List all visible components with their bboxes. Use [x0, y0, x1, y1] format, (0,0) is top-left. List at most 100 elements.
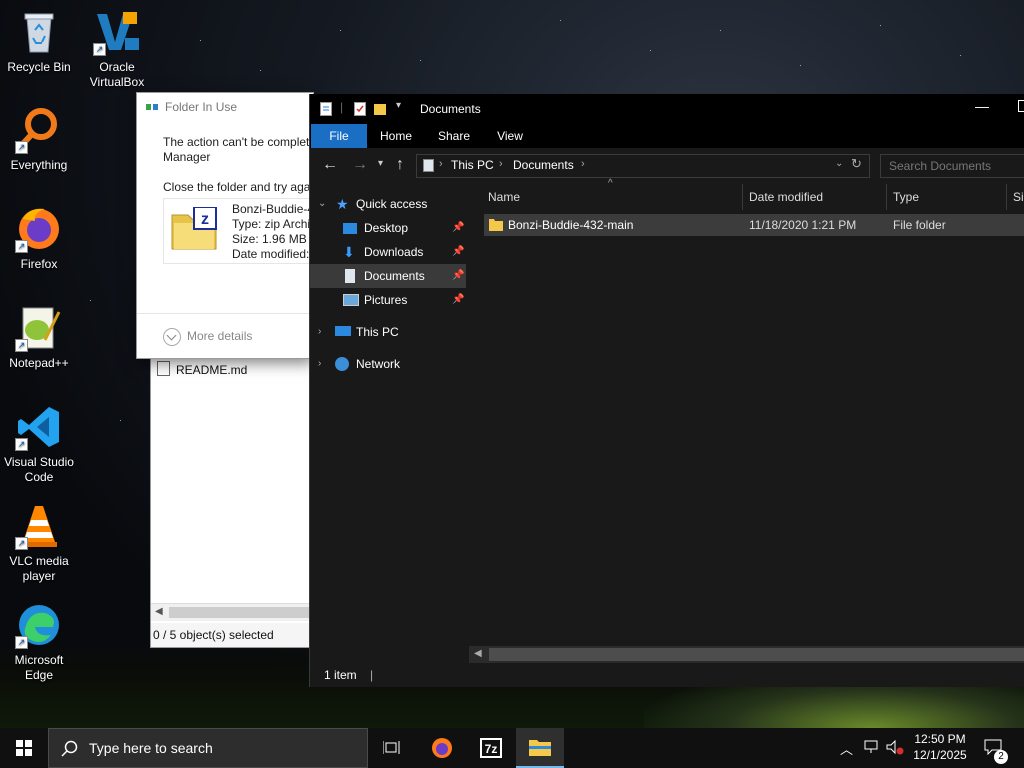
recycle-bin-icon	[24, 13, 54, 53]
column-divider[interactable]	[886, 184, 887, 210]
horizontal-scrollbar[interactable]: ◀	[151, 603, 313, 621]
breadcrumb-separator-icon[interactable]: ›	[581, 158, 585, 170]
column-header-date[interactable]: Date modified	[749, 184, 823, 210]
nav-item-this-pc[interactable]: › This PC	[310, 320, 466, 344]
search-icon	[61, 740, 78, 757]
breadcrumb-separator-icon[interactable]: ›	[499, 158, 503, 170]
chevron-right-icon[interactable]: ›	[318, 352, 321, 376]
tab-view[interactable]: View	[496, 124, 524, 148]
refresh-icon[interactable]: ↻	[851, 156, 862, 172]
taskbar-file-explorer[interactable]	[516, 728, 564, 768]
volume-muted-icon	[886, 740, 904, 755]
breadcrumb-separator-icon[interactable]: ›	[439, 158, 443, 170]
title-bar[interactable]: | ▾ Documents —	[310, 94, 1024, 124]
dialog-title: Folder In Use	[165, 100, 238, 114]
nav-item-pictures[interactable]: Pictures 📌	[310, 288, 466, 312]
chevron-down-icon[interactable]: ⌄	[318, 192, 326, 216]
search-input[interactable]: Search Documents	[880, 154, 1024, 178]
customize-toolbar-icon[interactable]: ▾	[396, 100, 401, 111]
file-type: File folder	[893, 218, 946, 232]
scrollbar-thumb[interactable]	[489, 648, 1024, 661]
clock-time: 12:50 PM	[914, 732, 966, 746]
shortcut-arrow-icon: ↗	[93, 43, 106, 56]
task-view-icon	[383, 741, 400, 754]
message-line: Manager	[163, 150, 211, 164]
minimize-icon[interactable]: —	[975, 98, 989, 114]
desktop-icon-label: Recycle Bin	[7, 60, 71, 74]
forward-arrow-icon[interactable]: →	[352, 156, 368, 174]
svg-text:z: z	[201, 211, 209, 228]
pin-icon[interactable]: 📌	[452, 264, 464, 288]
nav-item-downloads[interactable]: ⬇ Downloads 📌	[310, 240, 466, 264]
action-center-button[interactable]: 2	[976, 728, 1020, 768]
file-modified: Date modified:	[232, 247, 310, 261]
properties-icon[interactable]	[354, 102, 366, 116]
up-arrow-icon[interactable]: ↑	[396, 156, 404, 174]
task-view-button[interactable]	[368, 728, 416, 768]
nav-item-label: Downloads	[364, 245, 424, 259]
start-button[interactable]	[0, 728, 48, 768]
desktop-icon-vlc[interactable]: ↗ VLC media player	[2, 502, 76, 584]
file-date: 11/18/2020 1:21 PM	[749, 218, 857, 232]
tab-home[interactable]: Home	[380, 124, 412, 148]
dialog-message: The action can't be complet Manager	[163, 135, 313, 165]
new-folder-icon[interactable]	[374, 102, 386, 116]
pictures-icon	[343, 294, 359, 306]
column-header-name[interactable]: Name	[488, 184, 520, 210]
nav-item-documents[interactable]: Documents 📌	[310, 264, 466, 288]
nav-item-desktop[interactable]: Desktop 📌	[310, 216, 466, 240]
desktop-icon-label: Notepad++	[9, 356, 69, 370]
desktop-icon-recycle-bin[interactable]: Recycle Bin	[2, 8, 76, 75]
windows-logo-icon	[16, 740, 32, 756]
breadcrumb-this-pc[interactable]: This PC	[451, 158, 494, 172]
search-placeholder: Search Documents	[889, 159, 992, 173]
nav-item-quick-access[interactable]: ⌄ ★ Quick access	[310, 192, 466, 216]
scroll-left-icon[interactable]: ◀	[474, 648, 482, 659]
tab-share[interactable]: Share	[438, 124, 470, 148]
desktop-icon-firefox[interactable]: ↗ Firefox	[2, 205, 76, 272]
horizontal-scrollbar[interactable]: ◀	[469, 646, 1024, 663]
taskbar-7zip[interactable]: 7z	[467, 728, 515, 768]
7zip-icon: 7z	[480, 738, 502, 758]
desktop-icon-edge[interactable]: ↗ Microsoft Edge	[2, 601, 76, 683]
desktop-icon-notepadpp[interactable]: ↗ Notepad++	[2, 304, 76, 371]
firefox-icon	[432, 738, 452, 758]
navigation-pane: ⌄ ★ Quick access Desktop 📌 ⬇ Downloads 📌…	[310, 184, 468, 663]
folder-move-icon	[146, 104, 158, 110]
column-divider[interactable]	[742, 184, 743, 210]
file-row[interactable]: Bonzi-Buddie-432-main 11/18/2020 1:21 PM…	[484, 214, 1024, 236]
desktop-icon-vscode[interactable]: ↗ Visual Studio Code	[2, 403, 76, 485]
desktop-icon-everything[interactable]: ↗ Everything	[2, 106, 76, 173]
svg-text:7z: 7z	[485, 742, 498, 756]
scrollbar-thumb[interactable]	[169, 607, 313, 618]
desktop-icon-virtualbox[interactable]: ↗ Oracle VirtualBox	[80, 8, 154, 90]
recent-locations-icon[interactable]: ▾	[378, 158, 383, 169]
more-details-button[interactable]: More details	[137, 313, 313, 358]
taskbar: Type here to search 7z ︿ 12:50 PM 12/1/2…	[0, 728, 1024, 768]
pin-icon[interactable]: 📌	[452, 240, 464, 264]
column-header-type[interactable]: Type	[893, 184, 919, 210]
column-header-size[interactable]: Siz	[1013, 184, 1024, 210]
scroll-left-icon[interactable]: ◀	[155, 606, 163, 617]
address-dropdown-icon[interactable]: ⌄	[835, 158, 843, 169]
status-bar: 0 / 5 object(s) selected	[151, 623, 313, 647]
back-arrow-icon[interactable]: ←	[322, 156, 338, 174]
nav-item-network[interactable]: › Network	[310, 352, 466, 376]
dialog-instruction: Close the folder and try agai	[163, 180, 314, 194]
pin-icon[interactable]: 📌	[452, 288, 464, 312]
chevron-right-icon[interactable]: ›	[318, 320, 321, 344]
address-box[interactable]: › This PC › Documents › ⌄ ↻	[416, 154, 870, 178]
taskbar-search-box[interactable]: Type here to search	[48, 728, 368, 768]
folder-in-use-dialog: Folder In Use The action can't be comple…	[136, 92, 314, 359]
tab-file[interactable]: File	[311, 124, 367, 148]
taskbar-firefox[interactable]	[418, 728, 466, 768]
file-row[interactable]: README.md	[157, 361, 247, 377]
dialog-title-bar[interactable]: Folder In Use	[137, 93, 313, 121]
separator: |	[340, 100, 344, 114]
clock[interactable]: 12:50 PM 12/1/2025	[908, 728, 972, 768]
breadcrumb-documents[interactable]: Documents	[513, 158, 574, 172]
maximize-icon[interactable]	[1018, 100, 1024, 112]
shortcut-arrow-icon: ↗	[15, 438, 28, 451]
pin-icon[interactable]: 📌	[452, 216, 464, 240]
column-divider[interactable]	[1006, 184, 1007, 210]
